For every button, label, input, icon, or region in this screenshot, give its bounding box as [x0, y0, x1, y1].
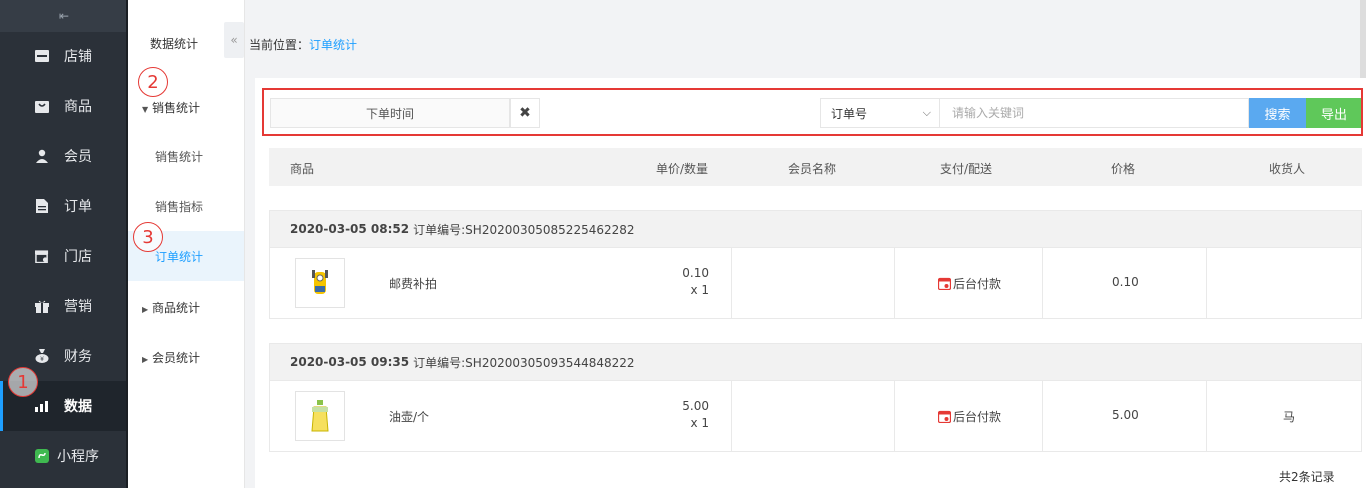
sidebar-item-label: 会员 — [64, 149, 92, 165]
store-icon — [35, 49, 49, 63]
subnav-fold-button[interactable]: « — [224, 22, 244, 58]
subnav-item-label: 订单统计 — [155, 249, 204, 264]
table-header: 商品 单价/数量 会员名称 支付/配送 价格 收货人 — [269, 148, 1362, 186]
order-header: 2020-03-05 08:52 订单编号:SH2020030508522546… — [269, 210, 1362, 248]
order-number: 订单编号:SH20200305093544848222 — [413, 355, 635, 370]
sidebar-item-miniprogram[interactable]: 小程序 — [0, 431, 128, 481]
receiver-name: 马 — [1283, 410, 1296, 424]
breadcrumb-current[interactable]: 订单统计 — [309, 38, 357, 52]
main-content: 当前位置：订单统计 下单时间 ✖ 订单号 ⌵ 搜索 导出 商品 单价/数量 会员… — [245, 0, 1366, 488]
calendar-icon — [938, 277, 951, 290]
breadcrumb: 当前位置：订单统计 — [249, 36, 357, 53]
document-icon — [35, 199, 49, 213]
subnav-group-sales[interactable]: ▼ 销售统计 — [142, 99, 200, 116]
unit-price-qty: 0.10 x 1 — [682, 265, 709, 299]
quantity: x 1 — [690, 283, 709, 297]
money-bag-icon: ¥ — [35, 349, 49, 363]
calendar-icon — [938, 410, 951, 423]
page-scrollbar[interactable] — [1360, 0, 1366, 80]
subnav-item-label: 销售统计 — [155, 149, 204, 164]
sidebar-item-label: 店铺 — [64, 49, 92, 65]
sidebar-item-label: 门店 — [64, 249, 92, 265]
column-header-price: 价格 — [1111, 162, 1136, 176]
user-icon — [35, 149, 49, 163]
product-image — [312, 270, 328, 294]
order-time: 2020-03-05 09:35 — [290, 355, 410, 369]
product-image — [311, 400, 329, 432]
annotation-marker-1: 1 — [8, 367, 38, 397]
table-row: 邮费补拍 0.10 x 1 后台付款 0.10 — [269, 248, 1362, 319]
quantity: x 1 — [690, 416, 709, 430]
subnav-group-label: 销售统计 — [152, 101, 201, 115]
subnav-item-label: 销售指标 — [155, 199, 204, 214]
sidebar-item-store[interactable]: 店铺 — [0, 31, 128, 81]
payment-label: 后台付款 — [953, 410, 1002, 424]
column-divider — [1206, 248, 1207, 318]
product-name[interactable]: 油壶/个 — [389, 408, 429, 425]
sidebar-item-marketing[interactable]: 营销 — [0, 281, 128, 331]
svg-text:¥: ¥ — [40, 356, 44, 363]
product-thumbnail[interactable] — [295, 258, 345, 308]
breadcrumb-prefix: 当前位置： — [249, 38, 310, 52]
caret-right-icon: ▶ — [142, 305, 149, 314]
subnav-group-label: 商品统计 — [152, 301, 201, 315]
sidebar-item-members[interactable]: 会员 — [0, 131, 128, 181]
collapse-icon: ⇤ — [58, 9, 70, 23]
payment-method: 后台付款 — [938, 408, 1001, 425]
subnav-group-label: 会员统计 — [152, 351, 201, 365]
column-divider — [731, 381, 732, 451]
annotation-marker-3: 3 — [133, 222, 163, 252]
total-records: 共2条记录 — [1279, 470, 1335, 484]
caret-down-icon: ▼ — [142, 105, 149, 114]
sidebar-item-label: 订单 — [64, 199, 92, 215]
column-divider — [1042, 381, 1043, 451]
miniprogram-icon — [35, 449, 49, 463]
payment-method: 后台付款 — [938, 275, 1001, 292]
caret-right-icon: ▶ — [142, 355, 149, 364]
column-divider — [1206, 381, 1207, 451]
bag-icon — [35, 99, 49, 113]
unit-price-qty: 5.00 x 1 — [682, 398, 709, 432]
sidebar-item-label: 财务 — [64, 349, 92, 365]
unit-price: 5.00 — [682, 399, 709, 413]
product-name[interactable]: 邮费补拍 — [389, 275, 437, 292]
order-price: 5.00 — [1112, 408, 1139, 422]
order-header: 2020-03-05 09:35 订单编号:SH2020030509354484… — [269, 343, 1362, 381]
sidebar-item-goods[interactable]: 商品 — [0, 81, 128, 131]
column-divider — [731, 248, 732, 318]
order-time: 2020-03-05 08:52 — [290, 222, 410, 236]
sidebar-item-stores[interactable]: 门店 — [0, 231, 128, 281]
double-chevron-left-icon: « — [230, 33, 238, 47]
chart-icon — [35, 399, 49, 413]
column-header-member: 会员名称 — [788, 162, 837, 176]
column-divider — [1042, 248, 1043, 318]
subnav-group-members[interactable]: ▶ 会员统计 — [142, 349, 200, 366]
sidebar-item-label: 小程序 — [57, 449, 99, 465]
subnav-group-goods[interactable]: ▶ 商品统计 — [142, 299, 200, 316]
order-number: 订单编号:SH20200305085225462282 — [413, 222, 635, 237]
column-header-unit-price: 单价/数量 — [656, 162, 709, 176]
main-sidebar: ⇤ 店铺 商品 会员 订单 门店 营销 ¥ 财务 数据 小程序 — [0, 0, 128, 488]
column-header-payment: 支付/配送 — [940, 162, 993, 176]
column-divider — [894, 248, 895, 318]
shop-icon — [35, 249, 49, 263]
unit-price: 0.10 — [682, 266, 709, 280]
column-header-receiver: 收货人 — [1269, 162, 1306, 176]
column-divider — [894, 381, 895, 451]
sidebar-item-orders[interactable]: 订单 — [0, 181, 128, 231]
sidebar-collapse-button[interactable]: ⇤ — [0, 0, 128, 32]
sidebar-item-label: 商品 — [64, 99, 92, 115]
subnav-title: 数据统计 — [150, 37, 199, 51]
table-row: 油壶/个 5.00 x 1 后台付款 5.00 马 — [269, 381, 1362, 452]
gift-icon — [35, 299, 49, 313]
subnav-item-sales-stats[interactable]: 销售统计 — [128, 131, 244, 181]
sidebar-item-label: 营销 — [64, 299, 92, 315]
order-price: 0.10 — [1112, 275, 1139, 289]
annotation-highlight-box — [262, 88, 1363, 136]
product-thumbnail[interactable] — [295, 391, 345, 441]
column-header-product: 商品 — [290, 162, 315, 176]
annotation-marker-2: 2 — [138, 67, 168, 97]
payment-label: 后台付款 — [953, 277, 1002, 291]
sidebar-item-label: 数据 — [64, 399, 92, 415]
